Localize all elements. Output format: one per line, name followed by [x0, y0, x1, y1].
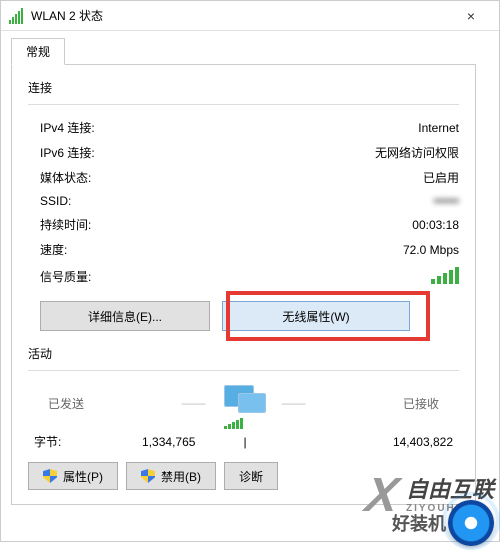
bottom-buttons: 属性(P) 禁用(B) 诊断 — [28, 462, 459, 490]
activity-signal-icon — [224, 417, 243, 429]
bytes-row: 字节: 1,334,765 | 14,403,822 — [34, 433, 453, 450]
window-title: WLAN 2 状态 — [31, 7, 451, 24]
bytes-received-value: 14,403,822 — [304, 435, 454, 449]
media-state-label: 媒体状态: — [40, 169, 91, 186]
speed-label: 速度: — [40, 241, 67, 258]
details-button[interactable]: 详细信息(E)... — [40, 301, 210, 331]
row-ipv6: IPv6 连接: 无网络访问权限 — [40, 140, 459, 165]
watermark-tag: 好装机 — [392, 510, 446, 536]
row-media-state: 媒体状态: 已启用 — [40, 165, 459, 190]
general-panel: 连接 IPv4 连接: Internet IPv6 连接: 无网络访问权限 媒体… — [11, 64, 476, 505]
row-ipv4: IPv4 连接: Internet — [40, 115, 459, 140]
disable-button[interactable]: 禁用(B) — [126, 462, 216, 490]
network-computers-icon — [220, 385, 268, 421]
row-speed: 速度: 72.0 Mbps — [40, 237, 459, 262]
divider — [28, 370, 459, 371]
bytes-sent-value: 1,334,765 — [94, 435, 244, 449]
diagnose-button-label: 诊断 — [239, 468, 263, 485]
connection-section-label: 连接 — [28, 79, 459, 96]
signal-bars-icon — [431, 266, 459, 284]
ipv6-label: IPv6 连接: — [40, 144, 95, 161]
bytes-label: 字节: — [34, 433, 94, 450]
activity-row: 已发送 —— —— 已接收 — [48, 381, 439, 425]
ipv4-value: Internet — [418, 121, 459, 135]
ssid-value: •••••• — [434, 194, 459, 208]
shield-icon — [43, 469, 57, 483]
signal-quality-value — [431, 266, 459, 287]
ssid-label: SSID: — [40, 194, 71, 208]
dash-left: —— — [182, 396, 206, 410]
close-button[interactable]: × — [451, 2, 491, 30]
row-signal-quality: 信号质量: — [40, 262, 459, 291]
bytes-separator: | — [244, 435, 304, 449]
shield-icon — [141, 469, 155, 483]
ipv6-value: 无网络访问权限 — [375, 144, 459, 161]
wireless-properties-button[interactable]: 无线属性(W) — [222, 301, 410, 331]
row-ssid: SSID: •••••• — [40, 190, 459, 212]
watermark-circle-icon — [448, 500, 494, 546]
disable-button-label: 禁用(B) — [161, 468, 201, 485]
duration-label: 持续时间: — [40, 216, 91, 233]
duration-value: 00:03:18 — [412, 218, 459, 232]
signal-quality-label: 信号质量: — [40, 268, 91, 285]
activity-section-label: 活动 — [28, 345, 459, 362]
ipv4-label: IPv4 连接: — [40, 119, 95, 136]
media-state-value: 已启用 — [423, 169, 459, 186]
properties-button-label: 属性(P) — [63, 468, 103, 485]
diagnose-button[interactable]: 诊断 — [224, 462, 278, 490]
titlebar: WLAN 2 状态 × — [1, 1, 499, 31]
sent-label: 已发送 — [48, 395, 84, 412]
tab-general[interactable]: 常规 — [11, 38, 65, 65]
properties-button[interactable]: 属性(P) — [28, 462, 118, 490]
received-label: 已接收 — [403, 395, 439, 412]
dash-right: —— — [282, 396, 306, 410]
connection-fields: IPv4 连接: Internet IPv6 连接: 无网络访问权限 媒体状态:… — [40, 115, 459, 291]
speed-value: 72.0 Mbps — [403, 243, 459, 257]
wifi-signal-icon — [9, 8, 25, 24]
row-duration: 持续时间: 00:03:18 — [40, 212, 459, 237]
divider — [28, 104, 459, 105]
